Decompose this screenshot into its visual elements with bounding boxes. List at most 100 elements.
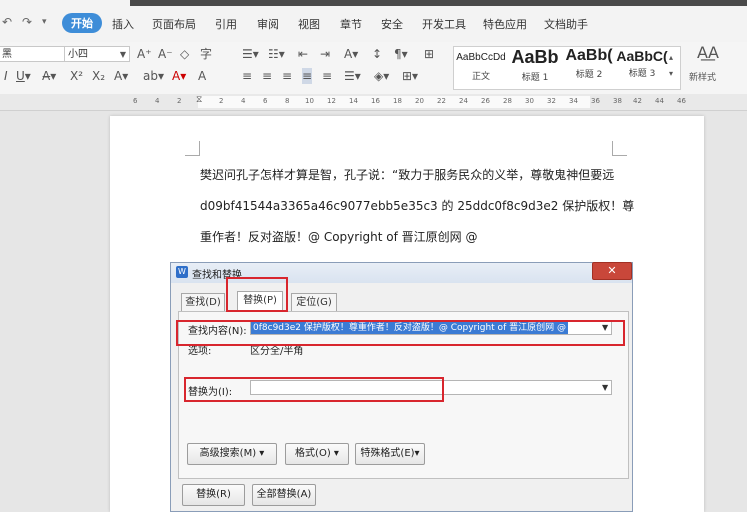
distributed-icon[interactable]: ≡ — [322, 68, 332, 84]
ruler-tick: 10 — [305, 97, 314, 105]
ruler-tick: 34 — [569, 97, 578, 105]
ruler-tick: 4 — [241, 97, 246, 105]
undo-icon[interactable]: ↶ — [2, 15, 12, 29]
new-style-icon[interactable]: A͟A — [697, 45, 719, 61]
tab-references[interactable]: 引用 — [215, 16, 237, 32]
shading-icon[interactable]: ◈▾ — [374, 68, 389, 84]
chevron-down-icon: ▾ — [259, 448, 265, 459]
ruler-tick: 14 — [349, 97, 358, 105]
close-button[interactable]: ✕ — [592, 262, 632, 280]
grow-font-icon[interactable]: A⁺ — [137, 46, 152, 62]
replace-button[interactable]: 替换(R) — [182, 484, 245, 506]
options-label: 选项: — [188, 346, 212, 357]
justify-icon[interactable]: ≡ — [302, 68, 313, 84]
special-format-label: 特殊格式(E) — [360, 448, 415, 459]
replace-label: 替换为(I): — [188, 387, 233, 398]
tab-developer[interactable]: 开发工具 — [422, 16, 466, 32]
tab-find[interactable]: 查找(D) — [181, 293, 225, 311]
special-format-button[interactable]: 特殊格式(E)▾ — [355, 443, 425, 465]
ruler-tick: 44 — [655, 97, 664, 105]
tab-doc-assistant[interactable]: 文档助手 — [544, 16, 588, 32]
align-center-icon[interactable]: ≡ — [262, 68, 272, 84]
numbering-icon[interactable]: ☷▾ — [268, 46, 285, 62]
font-name-value: 黑 — [2, 49, 12, 60]
style-heading-1[interactable]: AaBb 标题 1 — [508, 47, 562, 83]
wps-writer-icon: W — [176, 266, 188, 278]
asian-layout-icon[interactable]: A▾ — [344, 46, 358, 62]
superscript-icon[interactable]: X² — [70, 68, 83, 84]
gallery-scroll-icon[interactable]: ▴ ▾ — [669, 50, 673, 82]
ruler-tick: 42 — [633, 97, 642, 105]
redo-icon[interactable]: ↷ — [22, 15, 32, 29]
italic-icon[interactable]: I — [4, 68, 8, 84]
align-left-icon[interactable]: ≡ — [242, 68, 252, 84]
advanced-search-label: 高级搜索(M) — [199, 448, 257, 459]
options-value: 区分全/半角 — [250, 346, 304, 357]
ruler-tick: 6 — [263, 97, 268, 105]
increase-indent-icon[interactable]: ⇥ — [320, 46, 330, 62]
ruler-tick: 8 — [285, 97, 290, 105]
shrink-font-icon[interactable]: A⁻ — [158, 46, 173, 62]
char-shading-icon[interactable]: A — [198, 68, 206, 84]
ruler-tick: 38 — [613, 97, 622, 105]
show-marks-icon[interactable]: ¶▾ — [394, 46, 408, 62]
tab-page-layout[interactable]: 页面布局 — [152, 16, 196, 32]
strikethrough-icon[interactable]: A̶▾ — [42, 68, 56, 84]
subscript-icon[interactable]: X₂ — [92, 68, 105, 84]
sort-icon[interactable]: ↕ — [372, 46, 382, 62]
dialog-title: 查找和替换 — [192, 270, 242, 281]
table-icon[interactable]: ⊞ — [424, 46, 434, 62]
style-heading-2[interactable]: AaBb( 标题 2 — [562, 47, 616, 80]
align-right-icon[interactable]: ≡ — [282, 68, 292, 84]
tab-security[interactable]: 安全 — [381, 16, 403, 32]
font-color-icon[interactable]: A▾ — [172, 68, 186, 84]
new-style-button[interactable]: 新样式 — [689, 70, 716, 86]
line-spacing-icon[interactable]: ☰▾ — [344, 68, 361, 84]
ruler-tick: 28 — [503, 97, 512, 105]
font-size-value: 小四 — [68, 49, 88, 60]
title-strip — [130, 0, 747, 6]
clear-format-icon[interactable]: ◇ — [180, 46, 189, 62]
chevron-down-icon[interactable]: ▼ — [602, 323, 608, 332]
tab-insert[interactable]: 插入 — [112, 16, 134, 32]
document-line: d09bf41544a3365a46c9077ebb5e35c3 的 25ddc… — [200, 199, 635, 213]
ruler-tick: 2 — [177, 97, 182, 105]
find-input[interactable]: 0f8c9d3e2 保护版权！尊重作者！反对盗版！@ Copyright of … — [250, 320, 612, 335]
quick-access-dropdown-icon[interactable]: ▾ — [42, 17, 47, 27]
ruler-tick: 36 — [591, 97, 600, 105]
highlight-icon[interactable]: ab▾ — [143, 68, 164, 84]
replace-all-button[interactable]: 全部替换(A) — [252, 484, 316, 506]
tab-goto[interactable]: 定位(G) — [291, 293, 337, 311]
ruler-tick: 2 — [219, 97, 224, 105]
indent-marker-icon[interactable]: ⧖ — [196, 95, 202, 105]
text-effect-icon[interactable]: A▾ — [114, 68, 128, 84]
borders-icon[interactable]: ⊞▾ — [402, 68, 418, 84]
tab-features[interactable]: 特色应用 — [483, 16, 527, 32]
chevron-down-icon[interactable]: ▼ — [602, 383, 608, 392]
chevron-down-icon: ▾ — [333, 448, 339, 459]
phonetic-icon[interactable]: 字 — [200, 46, 212, 62]
close-icon: ✕ — [607, 264, 617, 277]
ruler-tick: 6 — [133, 97, 138, 105]
chevron-down-icon: ▼ — [119, 50, 126, 59]
underline-icon[interactable]: U▾ — [16, 68, 31, 84]
find-label: 查找内容(N): — [188, 326, 247, 337]
decrease-indent-icon[interactable]: ⇤ — [298, 46, 308, 62]
tab-review[interactable]: 审阅 — [257, 16, 279, 32]
ruler-tick: 30 — [525, 97, 534, 105]
advanced-search-button[interactable]: 高级搜索(M) ▾ — [187, 443, 277, 465]
document-line: 重作者！反对盗版！@ Copyright of 晋江原创网 @ — [200, 230, 478, 244]
style-heading-3[interactable]: AaBbC( 标题 3 — [616, 48, 668, 79]
tab-replace[interactable]: 替换(P) — [237, 291, 283, 311]
ruler-tick: 46 — [677, 97, 686, 105]
format-button[interactable]: 格式(O) ▾ — [285, 443, 349, 465]
tab-chapter[interactable]: 章节 — [340, 16, 362, 32]
ruler-tick: 24 — [459, 97, 468, 105]
tab-view[interactable]: 视图 — [298, 16, 320, 32]
replace-input[interactable] — [250, 380, 612, 395]
tab-home[interactable]: 开始 — [62, 13, 102, 33]
crop-mark — [612, 141, 627, 156]
font-size-combo[interactable]: 小四 ▼ — [64, 46, 130, 62]
style-normal[interactable]: AaBbCcDd 正文 — [455, 52, 507, 82]
bullets-icon[interactable]: ☰▾ — [242, 46, 259, 62]
